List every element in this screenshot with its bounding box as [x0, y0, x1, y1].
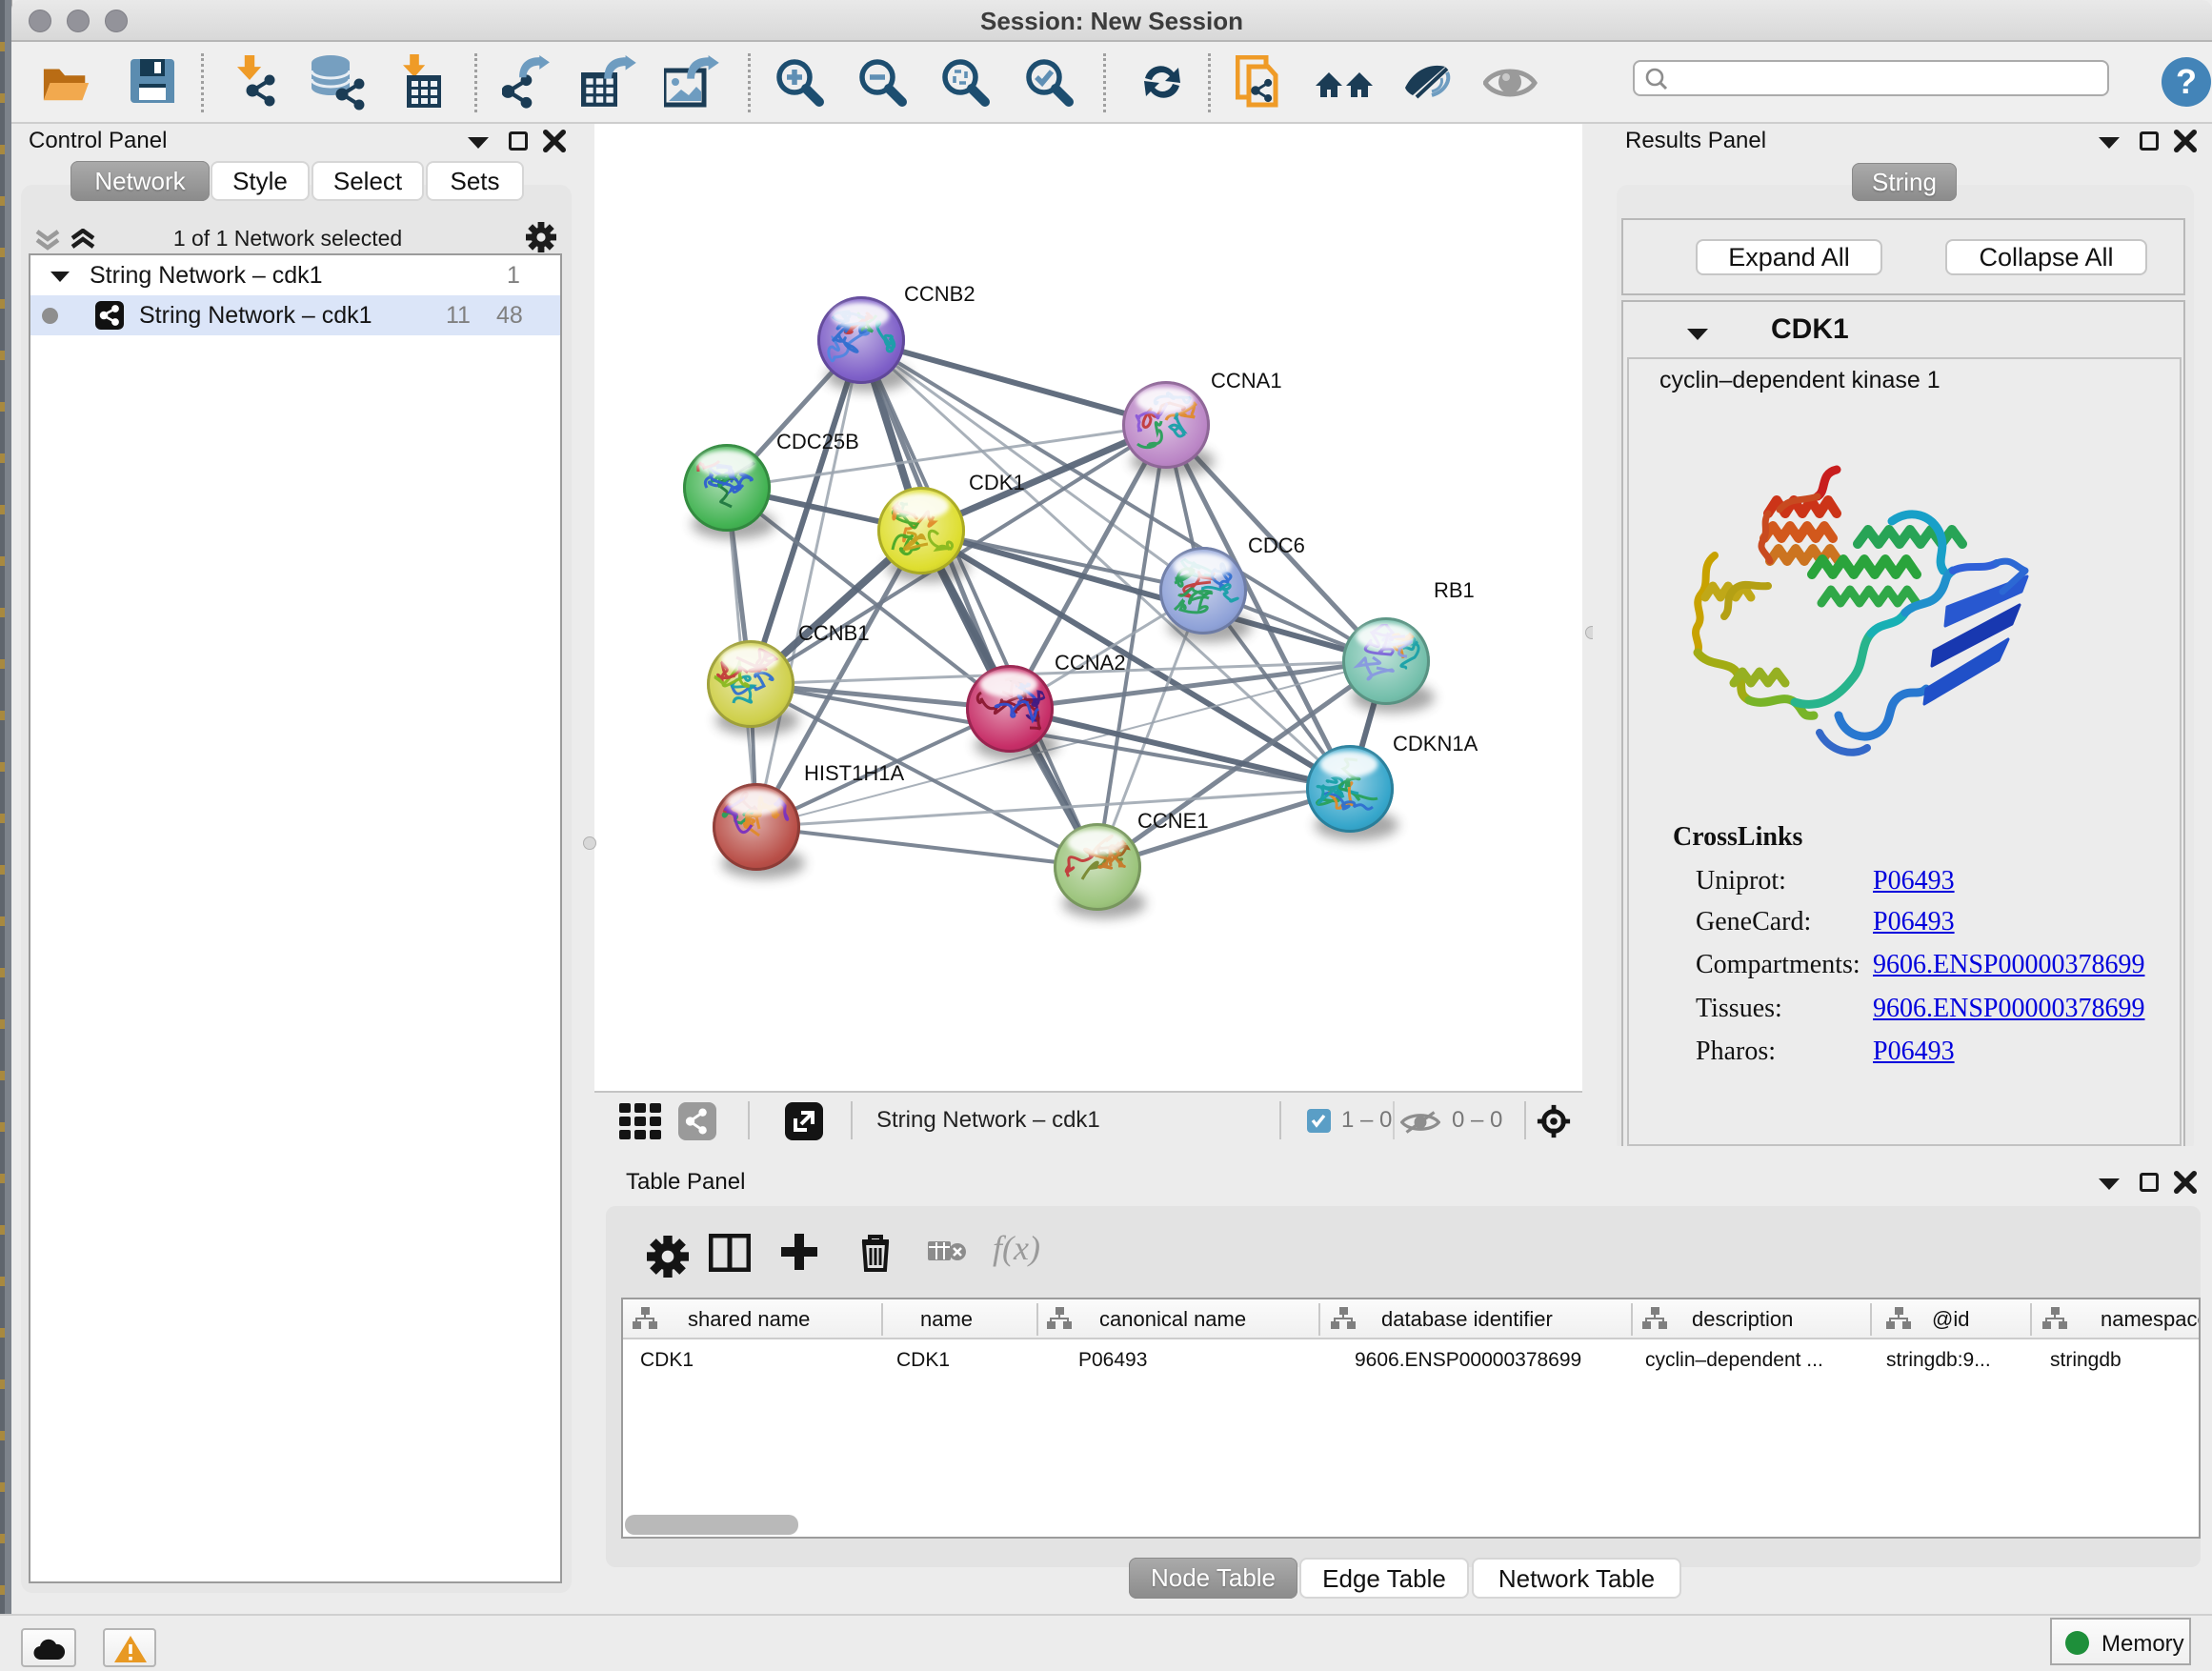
svg-text:HIST1H1A: HIST1H1A [804, 761, 904, 785]
svg-text:CDC6: CDC6 [1248, 534, 1305, 557]
svg-text:CCNA1: CCNA1 [1211, 369, 1282, 393]
svg-text:CDK1: CDK1 [969, 471, 1025, 494]
svg-text:RB1: RB1 [1434, 578, 1475, 602]
svg-text:CCNB2: CCNB2 [904, 282, 975, 306]
svg-text:CDKN1A: CDKN1A [1393, 732, 1478, 755]
svg-text:CCNE1: CCNE1 [1137, 809, 1209, 833]
svg-text:?: ? [2176, 62, 2197, 101]
svg-text:CDC25B: CDC25B [776, 430, 859, 453]
svg-text:CCNB1: CCNB1 [798, 621, 870, 645]
svg-text:CCNA2: CCNA2 [1055, 651, 1126, 674]
